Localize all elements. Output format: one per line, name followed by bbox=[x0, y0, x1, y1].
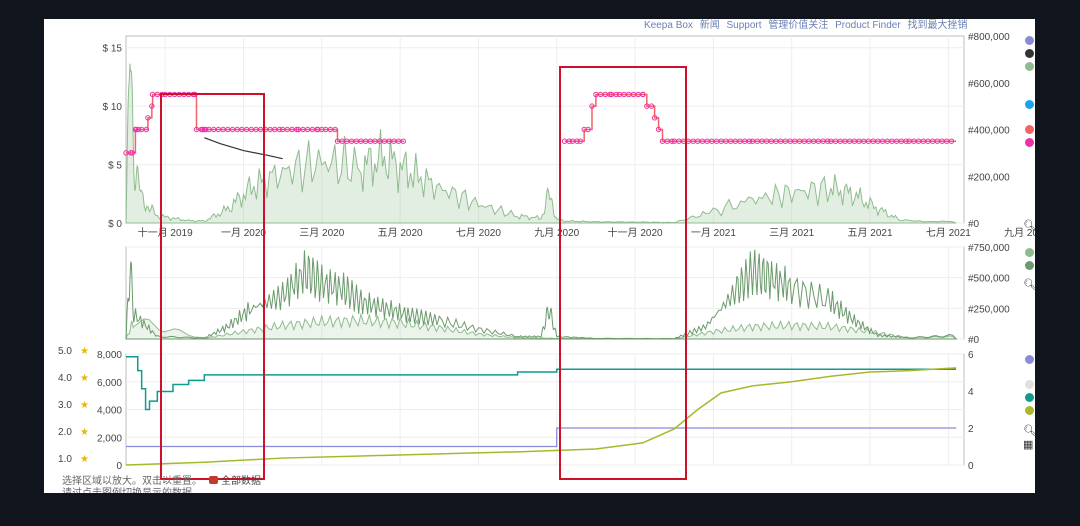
x-tick-label: 九月 2020 bbox=[534, 227, 579, 239]
rating-star-icon: ★ bbox=[80, 427, 89, 438]
y-right-tick-label: #600,000 bbox=[968, 79, 1010, 90]
legend-new-price-dot[interactable] bbox=[1025, 36, 1034, 45]
legend-offer-count-dot[interactable] bbox=[1025, 355, 1034, 364]
x-tick-label: 五月 2020 bbox=[378, 227, 423, 239]
zoom-search-icon[interactable]: 🔍︎ bbox=[1023, 278, 1035, 291]
show-all-data-icon bbox=[209, 476, 218, 484]
keepa-chart-panel: Keepa Box 新闻 Support 管理价值关注 Product Find… bbox=[44, 19, 1035, 493]
show-all-data-link[interactable]: 全部数据 bbox=[209, 472, 261, 487]
legend-rank-b-dot[interactable] bbox=[1025, 261, 1034, 270]
calendar-icon[interactable]: ▦ bbox=[1023, 438, 1033, 451]
zoom-search-icon[interactable]: 🔍︎ bbox=[1023, 424, 1035, 437]
y-right-tick-label: 2 bbox=[968, 424, 974, 435]
rating-star-icon: ★ bbox=[80, 454, 89, 465]
rating-star-icon: ★ bbox=[80, 373, 89, 384]
buybox-price-series bbox=[564, 93, 957, 142]
legend-review-count-dot[interactable] bbox=[1025, 406, 1034, 415]
x-tick-label: 十一月 2019 bbox=[138, 226, 193, 239]
rank-dark-series bbox=[125, 249, 958, 340]
y-left-tick-label: 8,000 bbox=[97, 350, 122, 361]
y-left-tick-label: $ 0 bbox=[108, 219, 122, 230]
buybox-price-series bbox=[126, 93, 405, 154]
x-tick-label: 五月 2021 bbox=[848, 227, 893, 239]
y-right-tick-label: #200,000 bbox=[968, 172, 1010, 183]
y-right-tick-label: #750,000 bbox=[968, 243, 1010, 254]
y-left-tick-label: $ 15 bbox=[103, 44, 123, 55]
x-tick-label: 一月 2020 bbox=[221, 227, 266, 239]
x-tick-label: 三月 2021 bbox=[769, 227, 814, 239]
y-right-tick-label: 4 bbox=[968, 387, 974, 398]
legend-rank-a-dot[interactable] bbox=[1025, 248, 1034, 257]
x-tick-label: 一月 2021 bbox=[691, 227, 736, 239]
y-right-tick-label: #400,000 bbox=[968, 126, 1010, 137]
y-right-tick-label: 6 bbox=[968, 350, 974, 361]
y-right-tick-label: 0 bbox=[968, 461, 974, 472]
x-tick-label: 七月 2020 bbox=[456, 227, 501, 239]
y-right-tick-label: #0 bbox=[968, 335, 980, 346]
legend-buybox-dot[interactable] bbox=[1025, 125, 1034, 134]
y-right-tick-label: #250,000 bbox=[968, 304, 1010, 315]
y-right-tick-label: #800,000 bbox=[968, 32, 1010, 43]
legend-hint-text: 请过点击图例切换显示的数据。 bbox=[62, 484, 202, 493]
rating-series bbox=[126, 356, 957, 411]
x-tick-label: 十一月 2020 bbox=[608, 226, 663, 239]
y-left-tick-label: 6,000 bbox=[97, 378, 122, 389]
rating-star-tick-label: 3.0 bbox=[58, 400, 72, 411]
rating-star-tick-label: 2.0 bbox=[58, 427, 72, 438]
y-right-tick-label: #500,000 bbox=[968, 274, 1010, 285]
y-left-tick-label: 4,000 bbox=[97, 406, 122, 417]
highlight-box bbox=[559, 66, 687, 480]
x-tick-label: 七月 2021 bbox=[926, 227, 971, 239]
legend-disabled-dot[interactable] bbox=[1025, 380, 1034, 389]
legend-list-price-dot[interactable] bbox=[1025, 49, 1034, 58]
rating-star-tick-label: 5.0 bbox=[58, 346, 72, 357]
legend-lightning-deal-dot[interactable] bbox=[1025, 100, 1034, 109]
zoom-search-icon[interactable]: 🔍︎ bbox=[1023, 219, 1035, 232]
rating-star-tick-label: 4.0 bbox=[58, 373, 72, 384]
rating-star-tick-label: 1.0 bbox=[58, 454, 72, 465]
y-left-tick-label: 0 bbox=[116, 461, 122, 472]
rating-star-icon: ★ bbox=[80, 400, 89, 411]
y-left-tick-label: $ 5 bbox=[108, 161, 122, 172]
legend-rating-dot[interactable] bbox=[1025, 393, 1034, 402]
y-left-tick-label: $ 10 bbox=[103, 102, 123, 113]
legend-sales-rank-dot[interactable] bbox=[1025, 62, 1034, 71]
x-tick-label: 三月 2020 bbox=[299, 227, 344, 239]
legend-fba-price-dot[interactable] bbox=[1025, 138, 1034, 147]
keepa-price-history-chart[interactable]: $ 0 $ 5 $ 10 $ 15 #0 #200,000 #400,000 #600,000… bbox=[44, 19, 1035, 493]
review-count-series bbox=[125, 367, 957, 466]
y-left-tick-label: 2,000 bbox=[97, 433, 122, 444]
rating-star-icon: ★ bbox=[80, 346, 89, 357]
